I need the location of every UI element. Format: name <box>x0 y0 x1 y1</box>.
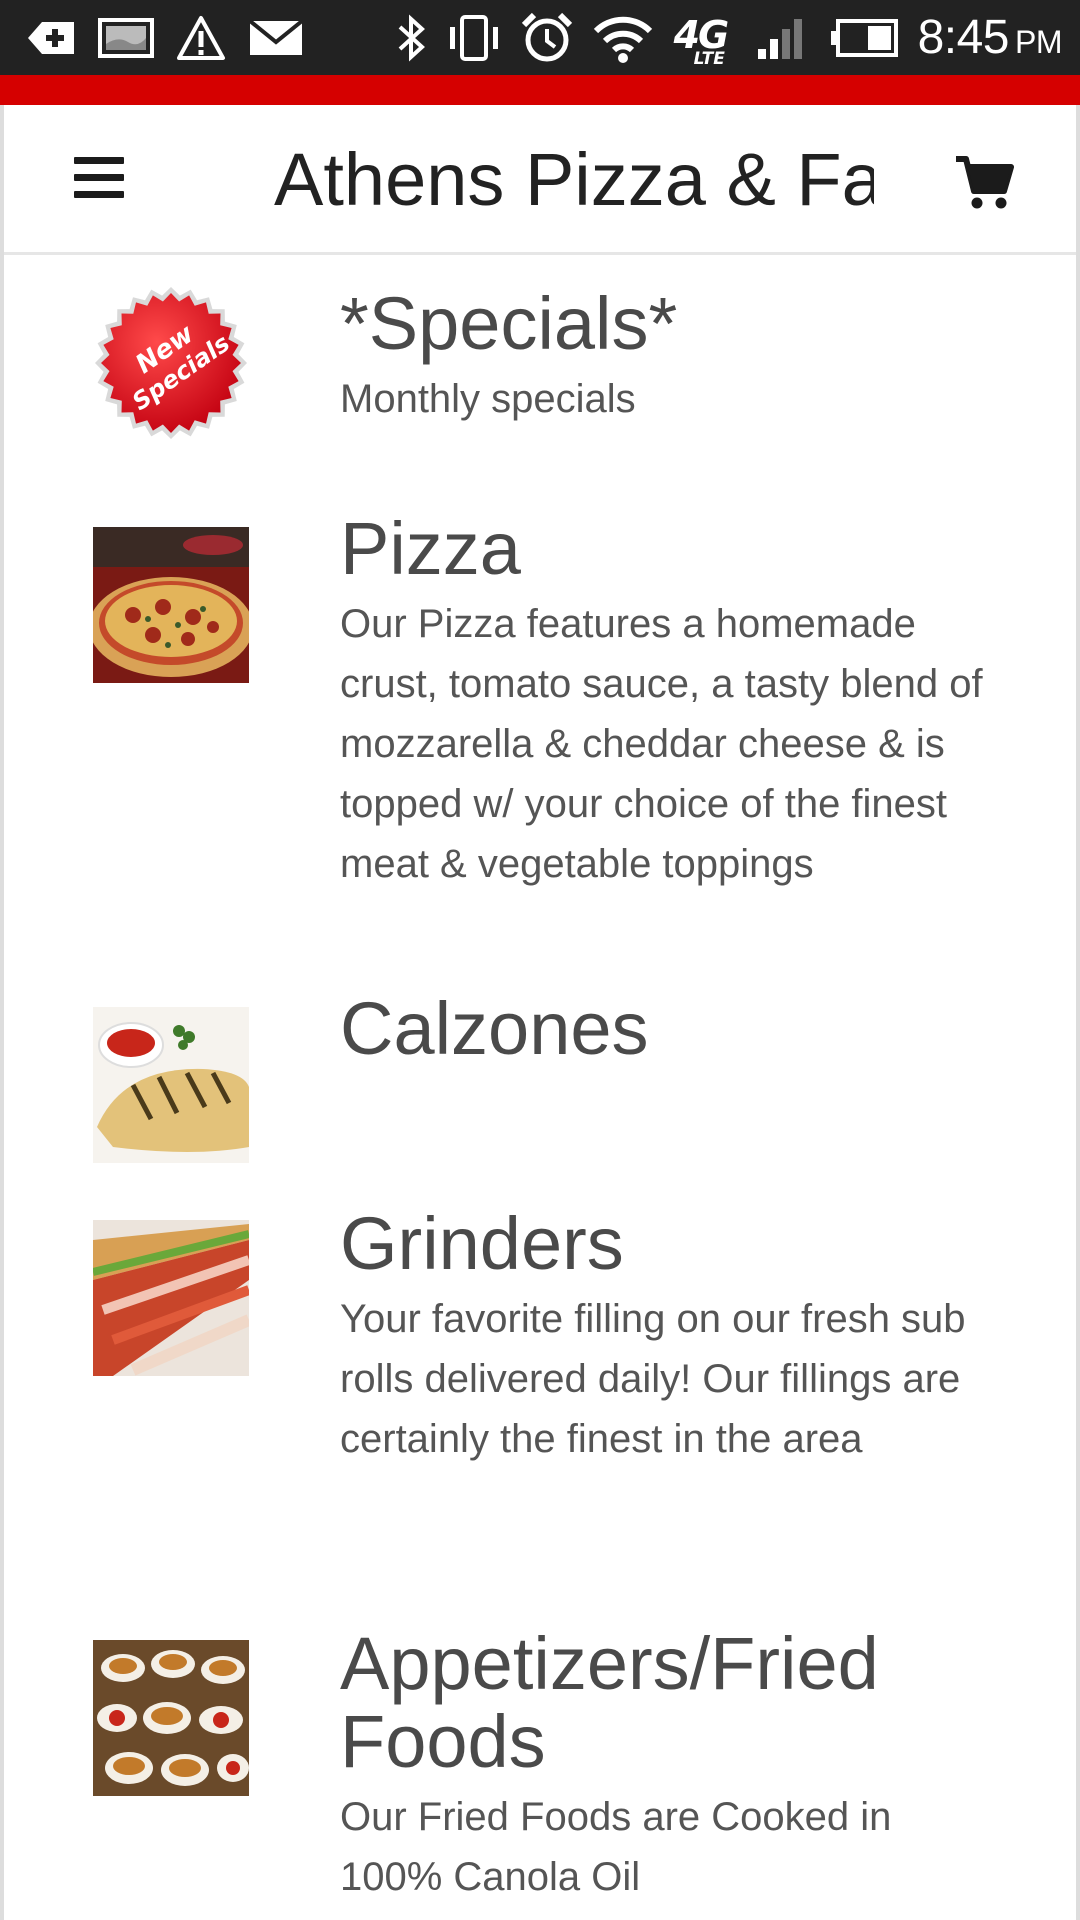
category-name: *Specials* <box>340 282 678 365</box>
clock-time: 8:45 <box>917 11 1010 64</box>
category-description: Your favorite filling on our fresh sub r… <box>340 1297 966 1461</box>
category-item-specials[interactable]: New Specials *Specials* Monthly specials <box>4 255 1076 465</box>
appetizers-image <box>93 1640 249 1796</box>
category-item-grinders[interactable]: Grinders Your favorite filling on our fr… <box>4 1205 1076 1545</box>
category-description: Our Fried Foods are Cooked in 100% Canol… <box>340 1795 892 1899</box>
mail-icon <box>248 18 304 58</box>
category-text: Grinders Your favorite filling on our fr… <box>340 1205 1000 1469</box>
category-item-appetizers[interactable]: Appetizers/Fried Foods Our Fried Foods a… <box>4 1625 1076 1920</box>
vibrate-icon <box>446 13 502 63</box>
category-text: *Specials* Monthly specials <box>340 285 1000 429</box>
category-item-pizza[interactable]: Pizza Our Pizza features a homemade crus… <box>4 510 1076 930</box>
category-item-calzones[interactable]: Calzones <box>4 990 1076 1170</box>
category-text: Calzones <box>340 990 1000 1068</box>
shopping-cart-icon[interactable] <box>954 153 1014 213</box>
status-bar: 4G LTE 8:45 PM <box>0 0 1080 75</box>
page-title: Athens Pizza & Fa <box>274 138 874 221</box>
network-type-bottom: LTE <box>693 48 725 69</box>
network-type-indicator: 4G LTE <box>672 9 738 69</box>
category-description: Our Pizza features a homemade crust, tom… <box>340 602 983 886</box>
hamburger-menu-icon[interactable] <box>74 157 126 201</box>
add-notification-icon <box>26 18 76 58</box>
image-notification-icon <box>98 17 154 58</box>
category-name: Grinders <box>340 1202 624 1285</box>
pizza-image <box>93 527 249 683</box>
signal-icon <box>756 13 812 63</box>
warning-icon <box>176 15 226 61</box>
category-text: Appetizers/Fried Foods Our Fried Foods a… <box>340 1625 1000 1907</box>
status-clock: 8:45 PM <box>917 10 1063 65</box>
accent-bar <box>0 75 1080 105</box>
status-notifications <box>26 0 304 75</box>
category-name: Appetizers/Fried Foods <box>340 1622 879 1783</box>
battery-icon <box>830 18 900 58</box>
alarm-icon <box>520 11 574 65</box>
app-header: Athens Pizza & Fa <box>4 105 1076 255</box>
wifi-icon <box>592 13 654 63</box>
app-frame: Athens Pizza & Fa New Specials *Specials… <box>0 105 1080 1920</box>
category-name: Pizza <box>340 507 521 590</box>
calzones-image <box>93 1007 249 1163</box>
bluetooth-icon <box>394 13 428 63</box>
grinders-image <box>93 1220 249 1376</box>
status-system-icons: 4G LTE 8:45 PM <box>394 0 1063 75</box>
category-name: Calzones <box>340 987 649 1070</box>
category-description: Monthly specials <box>340 377 636 421</box>
specials-badge-image: New Specials <box>93 285 249 441</box>
category-text: Pizza Our Pizza features a homemade crus… <box>340 510 1000 894</box>
clock-ampm: PM <box>1015 24 1063 60</box>
